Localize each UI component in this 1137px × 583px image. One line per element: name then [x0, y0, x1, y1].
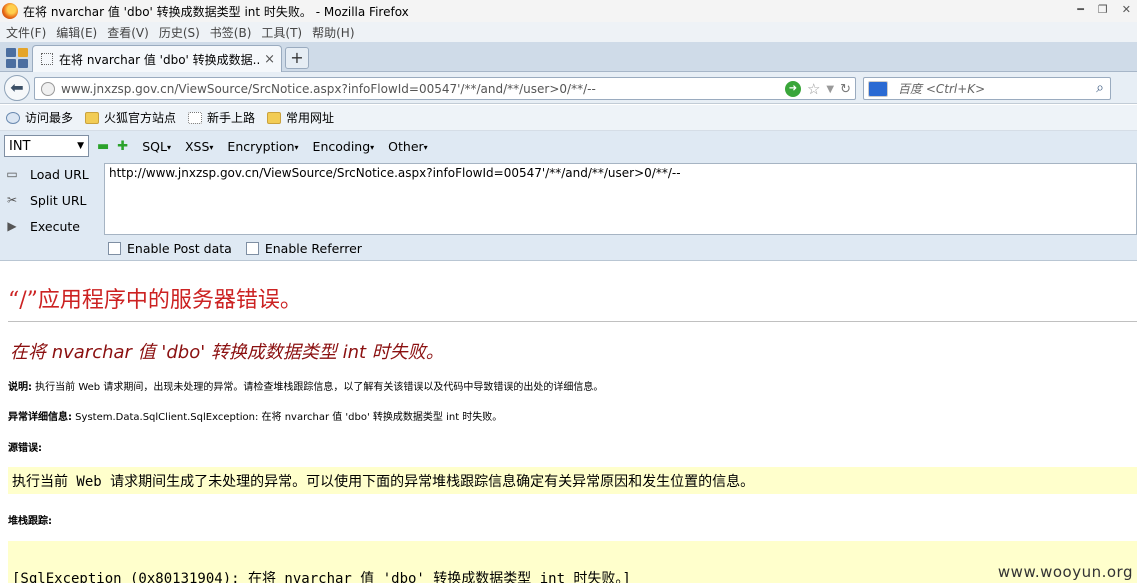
url-dropdown-icon[interactable]: ▼ — [826, 84, 834, 95]
split-url-button[interactable]: ✂ Split URL — [0, 187, 102, 213]
hackbar-panel: INT ▼ ▬ ✚ SQL▾ XSS▾ Encryption▾ Encoding… — [0, 131, 1137, 261]
checkbox-box[interactable] — [108, 242, 121, 255]
back-arrow-icon: ⬅ — [10, 78, 24, 97]
hackbar-type-select[interactable]: INT ▼ — [4, 135, 89, 157]
globe-icon — [41, 81, 55, 96]
source-error-box: 执行当前 Web 请求期间生成了未处理的异常。可以使用下面的异常堆栈跟踪信息确定… — [8, 467, 1137, 494]
hackbar-actions: ▭ Load URL ✂ Split URL ▶ Execute — [0, 161, 102, 239]
menu-history[interactable]: 历史(S) — [159, 24, 200, 41]
most-visited-icon — [6, 111, 20, 124]
go-arrow-icon[interactable]: ➜ — [784, 81, 801, 97]
folder-icon — [85, 111, 100, 124]
tab-groups-icon[interactable] — [4, 46, 28, 70]
tab-active[interactable]: 在将 nvarchar 值 'dbo' 转换成数据... × — [32, 45, 282, 72]
exception-paragraph: 异常详细信息: System.Data.SqlClient.SqlExcepti… — [8, 408, 502, 423]
menu-file[interactable]: 文件(F) — [6, 24, 46, 41]
page-title: “/”应用程序中的服务器错误。 — [8, 288, 302, 313]
tab-label: 在将 nvarchar 值 'dbo' 转换成数据... — [59, 52, 259, 67]
bookmark-star-icon[interactable]: ☆ — [807, 80, 820, 98]
minimize-icon[interactable]: ━ — [1077, 3, 1084, 16]
menu-view[interactable]: 查看(V) — [107, 24, 149, 41]
tab-close-icon[interactable]: × — [264, 52, 275, 67]
firefox-logo-icon — [2, 3, 18, 19]
search-bar[interactable]: 百度 <Ctrl+K> ⌕ — [863, 77, 1111, 100]
tab-bar: 在将 nvarchar 值 'dbo' 转换成数据... × + — [0, 42, 1137, 72]
play-icon: ▶ — [7, 219, 17, 233]
hackbar-menu-encryption[interactable]: Encryption▾ — [227, 139, 298, 154]
baidu-paw-icon[interactable] — [868, 80, 888, 97]
search-icon[interactable]: ⌕ — [1096, 80, 1104, 96]
exception-text: System.Data.SqlClient.SqlException: 在将 n… — [72, 412, 503, 423]
load-url-icon: ▭ — [6, 167, 18, 181]
decrease-icon[interactable]: ▬ — [97, 139, 109, 154]
bookmarks-bar: 访问最多 火狐官方站点 新手上路 常用网址 — [0, 105, 1137, 131]
menu-help[interactable]: 帮助(H) — [312, 24, 354, 41]
hackbar-menu-encoding[interactable]: Encoding▾ — [313, 139, 375, 154]
divider — [8, 321, 1137, 322]
menu-bookmarks[interactable]: 书签(B) — [210, 24, 252, 41]
hackbar-url-textarea[interactable]: http://www.jnxzsp.gov.cn/ViewSource/SrcN… — [104, 163, 1137, 235]
url-bar-actions: ➜ ☆ ▼ ↻ — [784, 80, 851, 98]
increase-icon[interactable]: ✚ — [117, 139, 128, 154]
window-controls: ━ ❐ ✕ — [1077, 3, 1131, 16]
page-content: “/”应用程序中的服务器错误。 在将 nvarchar 值 'dbo' 转换成数… — [0, 262, 1137, 583]
page-favicon-icon — [41, 53, 53, 65]
bookmark-common-sites[interactable]: 常用网址 — [267, 109, 334, 126]
execute-button[interactable]: ▶ Execute — [0, 213, 102, 239]
enable-post-checkbox[interactable]: Enable Post data — [108, 241, 232, 256]
scissors-icon: ✂ — [6, 193, 18, 207]
description-paragraph: 说明: 执行当前 Web 请求期间，出现未处理的异常。请检查堆栈跟踪信息，以了解… — [8, 378, 603, 393]
navigation-bar: ⬅ www.jnxzsp.gov.cn/ViewSource/SrcNotice… — [0, 72, 1137, 104]
folder-icon — [267, 111, 282, 124]
checkbox-box[interactable] — [245, 242, 259, 255]
chevron-down-icon: ▼ — [77, 141, 84, 151]
menu-bar: 文件(F) 编辑(E) 查看(V) 历史(S) 书签(B) 工具(T) 帮助(H… — [0, 22, 1137, 42]
hackbar-menu-sql[interactable]: SQL▾ — [142, 139, 171, 154]
hackbar-menu-other[interactable]: Other▾ — [388, 139, 428, 154]
bookmark-firefox-official[interactable]: 火狐官方站点 — [85, 109, 176, 126]
hackbar-menu-xss[interactable]: XSS▾ — [185, 139, 213, 154]
watermark: www.wooyun.org — [997, 563, 1133, 581]
stack-trace-box: [SqlException (0x80131904): 在将 nvarchar … — [8, 541, 1137, 583]
stack-trace-heading: 堆栈跟踪: — [8, 516, 52, 527]
bookmark-most-visited[interactable]: 访问最多 — [6, 109, 73, 126]
description-label: 说明: — [8, 382, 32, 393]
hackbar-toolbar: INT ▼ ▬ ✚ SQL▾ XSS▾ Encryption▾ Encoding… — [0, 133, 1137, 159]
load-url-button[interactable]: ▭ Load URL — [0, 161, 102, 187]
new-tab-button[interactable]: + — [285, 47, 309, 69]
url-bar[interactable]: www.jnxzsp.gov.cn/ViewSource/SrcNotice.a… — [34, 77, 856, 100]
source-error-heading: 源错误: — [8, 443, 42, 454]
window-titlebar: 在将 nvarchar 值 'dbo' 转换成数据类型 int 时失败。 - M… — [0, 0, 1137, 22]
enable-referrer-checkbox[interactable]: Enable Referrer — [245, 241, 362, 256]
blank-page-icon — [188, 111, 203, 124]
window-title: 在将 nvarchar 值 'dbo' 转换成数据类型 int 时失败。 - M… — [23, 4, 409, 19]
exception-label: 异常详细信息: — [8, 412, 72, 423]
url-text[interactable]: www.jnxzsp.gov.cn/ViewSource/SrcNotice.a… — [61, 82, 596, 96]
menu-edit[interactable]: 编辑(E) — [56, 24, 97, 41]
search-placeholder[interactable]: 百度 <Ctrl+K> — [898, 80, 985, 97]
reload-icon[interactable]: ↻ — [840, 82, 851, 97]
error-subtitle: 在将 nvarchar 值 'dbo' 转换成数据类型 int 时失败。 — [10, 342, 444, 363]
close-window-icon[interactable]: ✕ — [1122, 3, 1131, 16]
maximize-icon[interactable]: ❐ — [1098, 3, 1108, 16]
description-text: 执行当前 Web 请求期间，出现未处理的异常。请检查堆栈跟踪信息，以了解有关该错… — [32, 382, 604, 393]
menu-tools[interactable]: 工具(T) — [261, 24, 302, 41]
back-button[interactable]: ⬅ — [4, 75, 30, 101]
bookmark-getting-started[interactable]: 新手上路 — [188, 109, 255, 126]
hackbar-options: Enable Post data Enable Referrer — [108, 241, 376, 256]
